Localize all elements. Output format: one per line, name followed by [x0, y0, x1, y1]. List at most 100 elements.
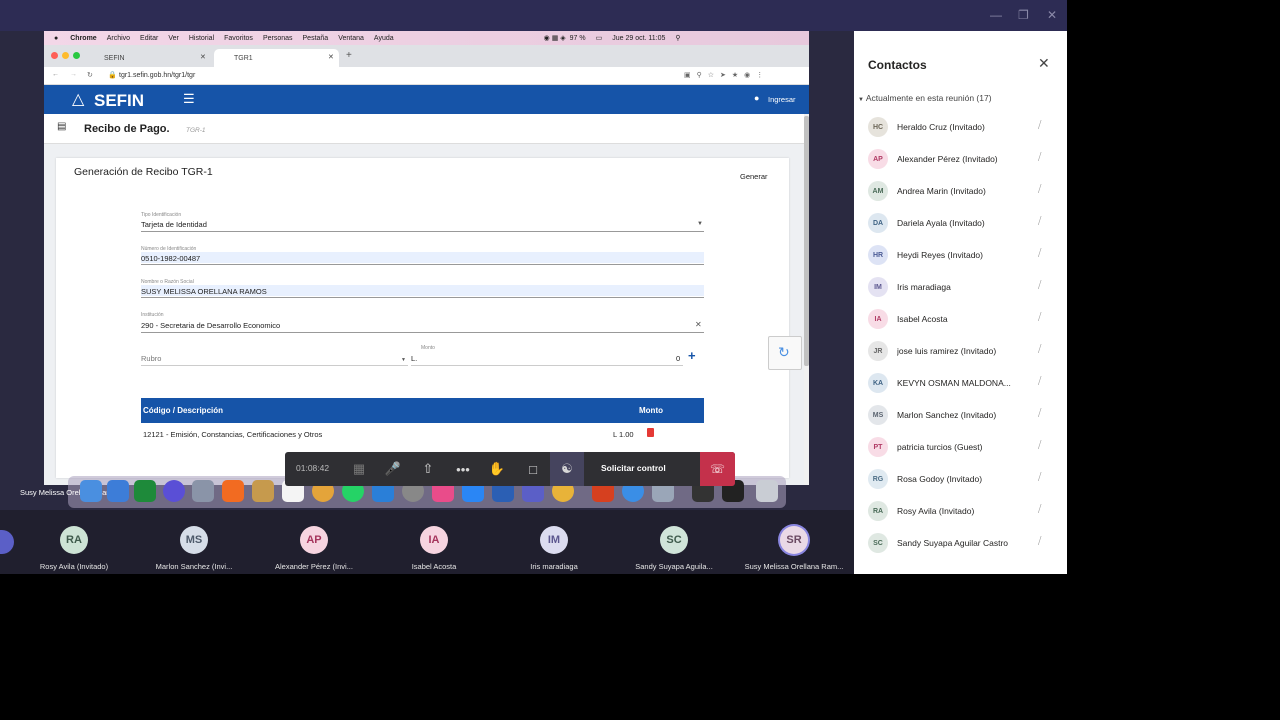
back-icon[interactable]: ←: [52, 71, 59, 78]
strip-scroll-left[interactable]: [0, 530, 14, 554]
finder-icon[interactable]: [80, 480, 102, 502]
sefin-logo[interactable]: SEFIN: [94, 91, 144, 111]
user-icon[interactable]: ●: [754, 93, 759, 103]
generate-button[interactable]: Generar: [740, 172, 768, 181]
browser-window: SEFIN ✕ TGR1 ✕ + ← → ↻ 🔒 tgr1.sefin.gob.…: [44, 45, 809, 485]
share-screen-icon[interactable]: ⇧: [411, 452, 445, 486]
participant-name: Iris maradiaga: [530, 562, 578, 571]
menu-item[interactable]: Ver: [168, 35, 179, 42]
avatar: RA: [868, 501, 888, 521]
camera-off-icon[interactable]: ▦: [342, 452, 376, 486]
contact-row[interactable]: PT patricia turcios (Guest) ⧸: [854, 431, 1067, 463]
contact-row[interactable]: JR jose luis ramirez (Invitado) ⧸: [854, 335, 1067, 367]
page-body: ▤ Recibo de Pago. TGR-1 Generación de Re…: [44, 114, 809, 485]
contact-row[interactable]: IA Isabel Acosta ⧸: [854, 303, 1067, 335]
dropdown-arrow-icon[interactable]: ▼: [401, 357, 406, 363]
request-control-button[interactable]: Solicitar control: [601, 463, 666, 473]
contact-row[interactable]: RG Rosa Godoy (Invitado) ⧸: [854, 463, 1067, 495]
participants-icon[interactable]: ☯: [550, 452, 584, 486]
participant-tile[interactable]: IA Isabel Acosta: [374, 510, 494, 574]
contact-row[interactable]: MS Marlon Sanchez (Invitado) ⧸: [854, 399, 1067, 431]
section-header[interactable]: ▼ Actualmente en esta reunión (17): [858, 93, 992, 103]
mic-off-icon: ⧸: [1038, 408, 1042, 419]
participant-tile[interactable]: RA Rosy Avila (Invitado): [14, 510, 134, 574]
clear-icon[interactable]: ✕: [695, 320, 702, 329]
contact-row[interactable]: RA Rosy Avila (Invitado) ⧸: [854, 495, 1067, 527]
contact-row[interactable]: HC Heraldo Cruz (Invitado) ⧸: [854, 111, 1067, 143]
trash-icon[interactable]: [756, 480, 778, 502]
participant-tile[interactable]: SC Sandy Suyapa Aguila...: [614, 510, 734, 574]
tab-tgr1[interactable]: TGR1 ✕: [214, 49, 339, 67]
panel-title: Contactos: [868, 58, 927, 72]
raise-hand-icon[interactable]: ✋: [480, 452, 514, 486]
contact-row[interactable]: KA KEVYN OSMAN MALDONA... ⧸: [854, 367, 1067, 399]
tab-close-icon[interactable]: ✕: [328, 53, 334, 61]
menu-item[interactable]: Chrome: [70, 35, 96, 42]
app-icon[interactable]: [252, 480, 274, 502]
new-tab-button[interactable]: +: [346, 50, 352, 61]
more-icon[interactable]: •••: [446, 452, 480, 486]
menu-item[interactable]: Editar: [140, 35, 158, 42]
hamburger-icon[interactable]: ☰: [183, 91, 195, 107]
hang-up-icon[interactable]: ☏: [700, 452, 735, 486]
participant-tile[interactable]: IM Iris maradiaga: [494, 510, 614, 574]
avatar: AP: [300, 526, 328, 554]
contact-row[interactable]: IM Iris maradiaga ⧸: [854, 271, 1067, 303]
rubro-select[interactable]: Rubro: [141, 354, 161, 363]
dropdown-arrow-icon[interactable]: ▼: [697, 221, 703, 227]
inst-select[interactable]: 290 - Secretaria de Desarrollo Economico: [141, 321, 280, 330]
avatar: IM: [868, 277, 888, 297]
participant-tile[interactable]: AP Alexander Pérez (Invi...: [254, 510, 374, 574]
contact-name: Dariela Ayala (Invitado): [897, 218, 985, 228]
contact-row[interactable]: AM Andrea Marin (Invitado) ⧸: [854, 175, 1067, 207]
participant-tile[interactable]: MS Marlon Sanchez (Invi...: [134, 510, 254, 574]
menu-item[interactable]: Ayuda: [374, 35, 394, 42]
recaptcha-badge[interactable]: ↻: [768, 336, 802, 370]
tab-sefin[interactable]: SEFIN ✕: [84, 49, 212, 67]
tipo-select[interactable]: Tarjeta de Identidad: [141, 220, 207, 229]
avatar: PT: [868, 437, 888, 457]
forward-icon[interactable]: →: [70, 71, 77, 78]
tab-close-icon[interactable]: ✕: [200, 53, 206, 61]
page-scrollbar[interactable]: [804, 114, 809, 485]
close-panel-icon[interactable]: ✕: [1038, 55, 1050, 72]
contact-row[interactable]: DA Dariela Ayala (Invitado) ⧸: [854, 207, 1067, 239]
menu-item[interactable]: Pestaña: [303, 35, 329, 42]
participant-tile[interactable]: SR Susy Melissa Orellana Ram...: [734, 510, 854, 574]
minimize-icon[interactable]: —: [990, 8, 1002, 22]
nombre-input[interactable]: SUSY MELISSA ORELLANA RAMOS: [141, 287, 267, 296]
list-icon[interactable]: ▤: [57, 121, 66, 132]
close-window-icon[interactable]: ✕: [1047, 8, 1057, 22]
menu-item[interactable]: Ventana: [338, 35, 364, 42]
reload-icon[interactable]: ↻: [87, 71, 93, 79]
app-icon[interactable]: [107, 480, 129, 502]
contact-row[interactable]: AP Alexander Pérez (Invitado) ⧸: [854, 143, 1067, 175]
numero-input[interactable]: 0510-1982-00487: [141, 254, 200, 263]
siri-icon[interactable]: [163, 480, 185, 502]
contact-name: Sandy Suyapa Aguilar Castro: [897, 538, 1009, 548]
url-text[interactable]: tgr1.sefin.gob.hn/tgr1/tgr: [119, 72, 195, 79]
add-icon[interactable]: +: [688, 348, 696, 363]
extension-icons[interactable]: ▣⚲☆➤★◉⋮: [684, 71, 769, 79]
monto-input[interactable]: 0: [676, 354, 680, 363]
app-icon[interactable]: [222, 480, 244, 502]
avatar: MS: [180, 526, 208, 554]
delete-icon[interactable]: [647, 428, 654, 437]
zoom-dot[interactable]: [73, 52, 80, 59]
menu-item[interactable]: Personas: [263, 35, 293, 42]
menu-item[interactable]: Archivo: [107, 35, 130, 42]
contact-row[interactable]: HR Heydi Reyes (Invitado) ⧸: [854, 239, 1067, 271]
login-link[interactable]: Ingresar: [768, 95, 796, 104]
contact-row[interactable]: SC Sandy Suyapa Aguilar Castro ⧸: [854, 527, 1067, 559]
mic-off-icon[interactable]: 🎤: [376, 452, 410, 486]
close-dot[interactable]: [51, 52, 58, 59]
participant-name: Marlon Sanchez (Invi...: [155, 562, 233, 571]
chat-icon[interactable]: □: [516, 452, 550, 486]
scrollbar-thumb[interactable]: [804, 116, 809, 366]
minimize-dot[interactable]: [62, 52, 69, 59]
menu-item[interactable]: Historial: [189, 35, 214, 42]
excel-icon[interactable]: [134, 480, 156, 502]
menu-item[interactable]: Favoritos: [224, 35, 253, 42]
maximize-icon[interactable]: ❐: [1018, 8, 1029, 22]
launchpad-icon[interactable]: [192, 480, 214, 502]
